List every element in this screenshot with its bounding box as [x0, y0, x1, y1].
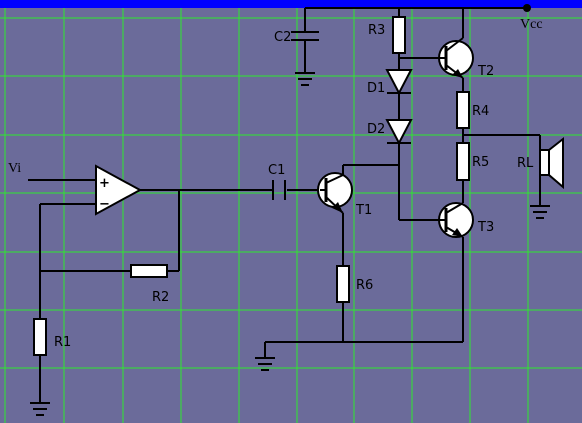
resistor-r4 [456, 91, 470, 129]
label-r6: R6 [356, 278, 373, 293]
label-opamp-minus: − [99, 197, 110, 212]
label-t3: T3 [477, 220, 494, 235]
label-t1: T1 [355, 203, 372, 218]
label-rl: RL [517, 156, 534, 171]
label-d1: D1 [367, 81, 385, 96]
label-vcc: Vcc [520, 17, 543, 32]
label-vi: Vi [8, 161, 21, 176]
resistor-r3 [392, 16, 406, 54]
label-opamp-plus: + [99, 176, 110, 191]
label-t2: T2 [477, 64, 494, 79]
label-d2: D2 [367, 122, 385, 137]
label-c2: C2 [274, 30, 291, 45]
transistor-t3 [438, 202, 474, 238]
circuit-schematic: Vcc C2 R3 D1 D2 T2 R4 R5 T3 RL T1 C1 R6 … [0, 0, 582, 423]
top-bar [0, 0, 582, 8]
label-r2: R2 [152, 290, 169, 305]
schematic-background [0, 0, 582, 423]
resistor-r5 [456, 142, 470, 181]
label-r1: R1 [54, 335, 71, 350]
label-r5: R5 [472, 155, 489, 170]
resistor-r2 [130, 264, 168, 278]
vcc-terminal [523, 4, 531, 12]
resistor-r6 [336, 265, 350, 303]
label-c1: C1 [268, 163, 285, 178]
resistor-r1 [33, 318, 47, 356]
schematic-canvas: Vcc C2 R3 D1 D2 T2 R4 R5 T3 RL T1 C1 R6 … [0, 0, 582, 423]
label-r4: R4 [472, 104, 489, 119]
label-r3: R3 [368, 23, 385, 38]
